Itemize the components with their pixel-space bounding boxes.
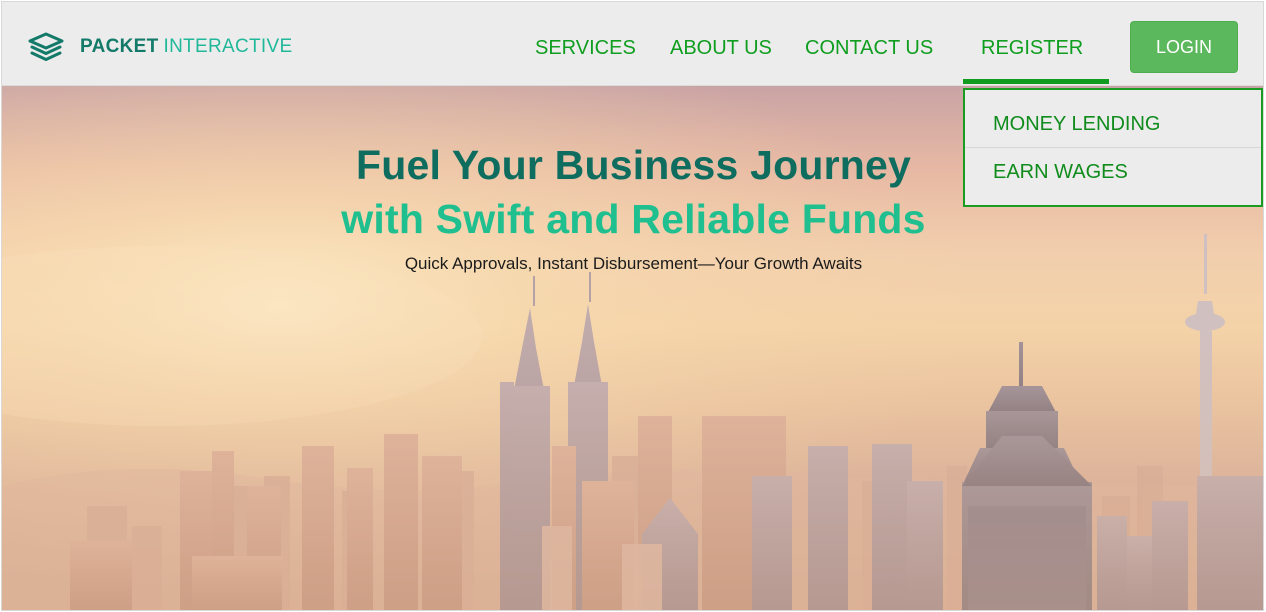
brand-name-light: INTERACTIVE — [163, 36, 293, 57]
menu-item-earn-wages[interactable]: EARN WAGES — [965, 160, 1261, 184]
brand-name-bold: PACKET — [80, 36, 159, 57]
brand-name: PACKET INTERACTIVE — [80, 32, 292, 62]
register-dropdown-menu: MONEY LENDING EARN WAGES — [963, 88, 1263, 207]
nav-contact-us[interactable]: CONTACT US — [805, 36, 933, 60]
site-header: PACKET INTERACTIVE SERVICES ABOUT US CONT… — [2, 2, 1263, 86]
login-button[interactable]: LOGIN — [1130, 21, 1238, 73]
page-frame: PACKET INTERACTIVE SERVICES ABOUT US CONT… — [1, 1, 1264, 611]
menu-divider — [965, 147, 1261, 148]
menu-item-money-lending[interactable]: MONEY LENDING — [965, 112, 1261, 136]
hero-subheadline: Quick Approvals, Instant Disbursement—Yo… — [404, 254, 863, 273]
nav-services[interactable]: SERVICES — [535, 36, 636, 60]
brand-logo[interactable]: PACKET INTERACTIVE — [28, 32, 292, 62]
nav-about-us[interactable]: ABOUT US — [670, 36, 772, 60]
nav-register[interactable]: REGISTER — [981, 36, 1083, 60]
stack-layers-icon — [28, 32, 64, 61]
nav-active-indicator — [963, 79, 1109, 84]
